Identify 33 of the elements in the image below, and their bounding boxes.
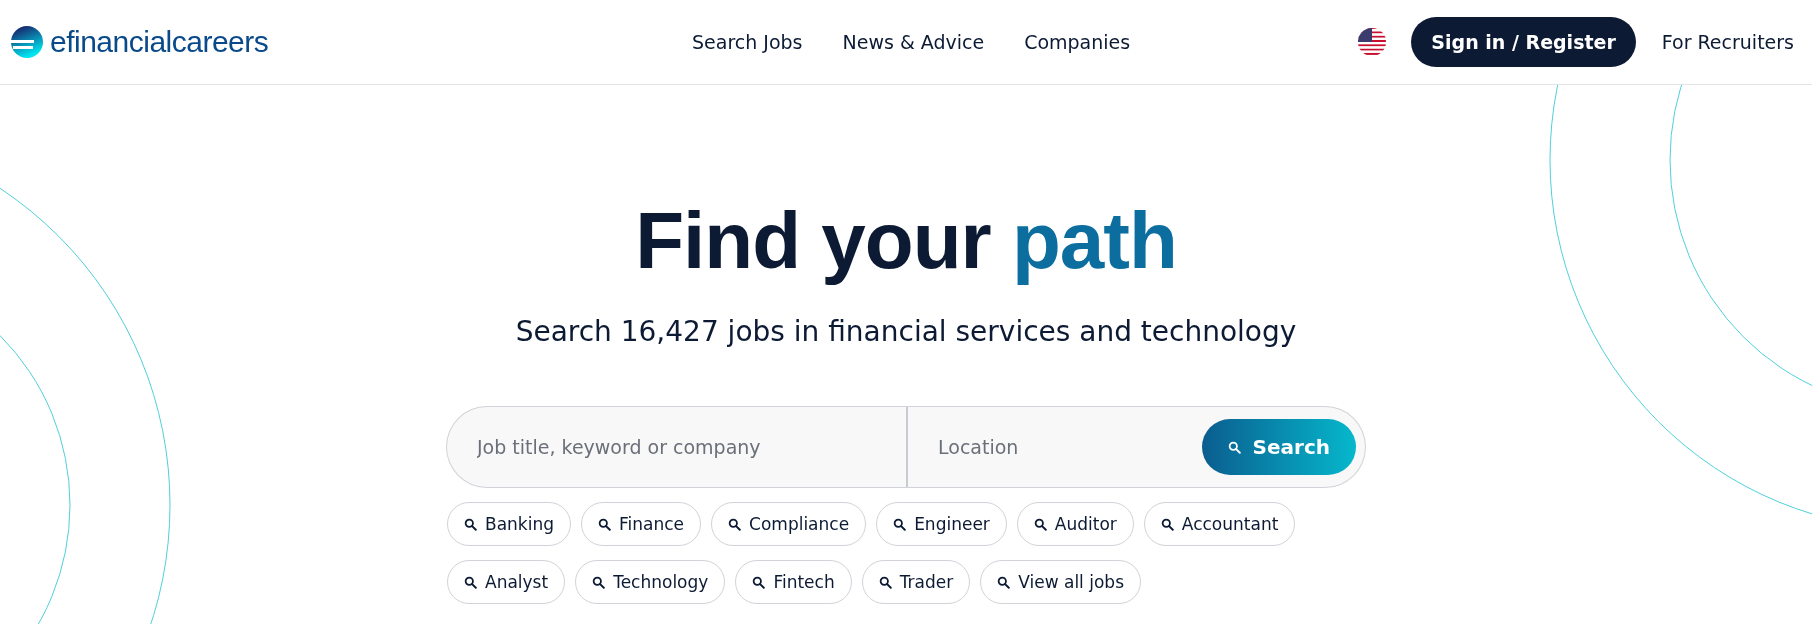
search-icon [464, 575, 477, 589]
search-icon [592, 575, 606, 589]
search-chip[interactable]: Technology [575, 560, 726, 604]
search-chip[interactable]: Analyst [447, 560, 566, 604]
search-chip[interactable]: Engineer [876, 502, 1007, 546]
search-icon [464, 517, 477, 531]
search-icon [893, 517, 907, 531]
search-chip[interactable]: View all jobs [980, 560, 1141, 604]
recruiters-link[interactable]: For Recruiters [1661, 31, 1794, 53]
nav-link[interactable]: News & Advice [842, 31, 985, 53]
search-chip[interactable]: Fintech [735, 560, 852, 604]
search-icon [1160, 517, 1174, 531]
search-icon [752, 575, 766, 589]
logo-wordmark[interactable]: efinancialcareers [50, 25, 269, 59]
sign-in-button[interactable]: Sign in / Register [1411, 17, 1636, 67]
search-icon [878, 575, 892, 589]
search-icon [1227, 440, 1241, 454]
hero-subtitle: Search 16,427 jobs in financial services and technology [515, 315, 1297, 348]
search-button[interactable]: Search [1201, 419, 1356, 475]
logo-icon [10, 25, 44, 59]
search-chip[interactable]: Auditor [1016, 502, 1134, 546]
flag-icon[interactable] [1357, 27, 1388, 57]
search-chip[interactable]: Compliance [711, 502, 867, 546]
search-chip[interactable]: Finance [581, 502, 702, 546]
search-chip[interactable]: Trader [861, 560, 971, 604]
nav-link[interactable]: Search Jobs [692, 31, 803, 53]
search-chip[interactable]: Banking [447, 502, 571, 546]
nav-link[interactable]: Companies [1024, 31, 1131, 53]
search-icon [1033, 517, 1047, 531]
search-chip[interactable]: Accountant [1143, 502, 1296, 546]
search-icon [598, 517, 611, 531]
search-icon [728, 517, 742, 531]
search-icon [997, 575, 1011, 589]
